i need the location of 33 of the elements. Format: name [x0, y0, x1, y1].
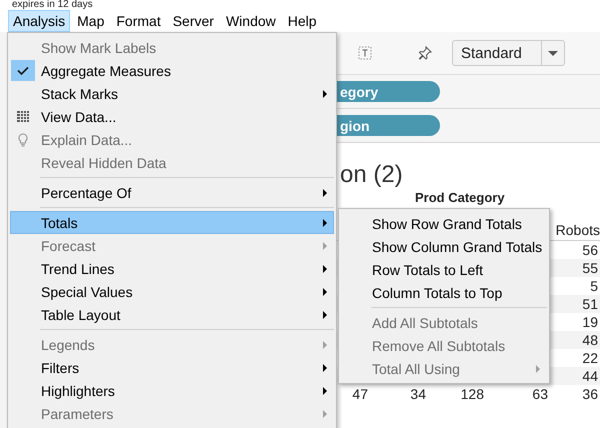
- sheet-title: on (2): [339, 160, 404, 190]
- menubar-item[interactable]: Analysis: [8, 10, 70, 32]
- menu-item[interactable]: Highlighters: [10, 379, 334, 402]
- menu-item[interactable]: Table Layout: [10, 303, 334, 326]
- menu-item[interactable]: Column Totals to Top: [341, 281, 547, 304]
- trial-notice: expires in 12 days: [12, 0, 93, 10]
- menubar-item[interactable]: Window: [220, 10, 281, 32]
- menubar-item[interactable]: Format: [111, 10, 166, 32]
- menu-item[interactable]: Aggregate Measures: [10, 59, 334, 82]
- pin-icon[interactable]: [418, 46, 432, 60]
- table-cell: 51: [550, 295, 600, 313]
- menu-item[interactable]: Show Column Grand Totals: [341, 235, 547, 258]
- menubar-item[interactable]: Help: [282, 10, 322, 32]
- menu-item[interactable]: Percentage Of: [10, 181, 334, 204]
- column-header: Prod Category: [415, 190, 506, 206]
- table-cell: 48: [550, 331, 600, 349]
- text-box-icon[interactable]: [358, 46, 372, 60]
- fit-dropdown[interactable]: Standard: [452, 40, 565, 66]
- menubar-item[interactable]: Server: [168, 10, 219, 32]
- table-icon: [16, 111, 30, 122]
- menu-item[interactable]: Totals: [10, 211, 334, 234]
- menu-item[interactable]: View Data...: [10, 105, 334, 128]
- table-cell: 44: [550, 367, 600, 385]
- menu-item[interactable]: Stack Marks: [10, 82, 334, 105]
- caret-icon: [548, 50, 558, 56]
- lightbulb-icon: [18, 132, 28, 146]
- menu-item[interactable]: Special Values: [10, 280, 334, 303]
- table-cell: 55: [550, 259, 600, 277]
- menu-item[interactable]: Show Row Grand Totals: [341, 212, 547, 235]
- menu-item[interactable]: Row Totals to Left: [341, 258, 547, 281]
- menu-item[interactable]: Trend Lines: [10, 257, 334, 280]
- menubar-item[interactable]: Map: [72, 10, 110, 32]
- menu-item[interactable]: Filters: [10, 356, 334, 379]
